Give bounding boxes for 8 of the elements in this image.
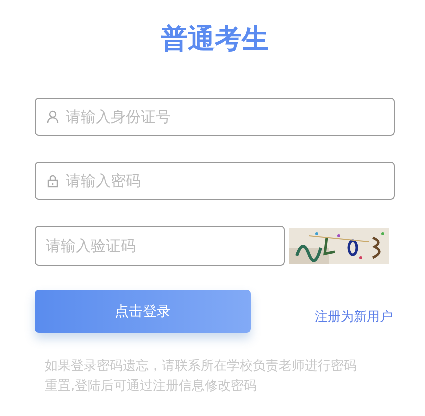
input-field[interactable]: 请输入身份证号: [35, 98, 395, 136]
login-button[interactable]: 点击登录: [35, 290, 251, 333]
lock-icon: [46, 174, 60, 188]
register-link[interactable]: 注册为新用户: [315, 308, 393, 326]
input-field[interactable]: 请输入密码: [35, 162, 395, 200]
page-title: 普通考生: [161, 23, 269, 57]
captcha-field[interactable]: 请输入验证码: [35, 226, 285, 266]
user-icon: [46, 110, 60, 124]
